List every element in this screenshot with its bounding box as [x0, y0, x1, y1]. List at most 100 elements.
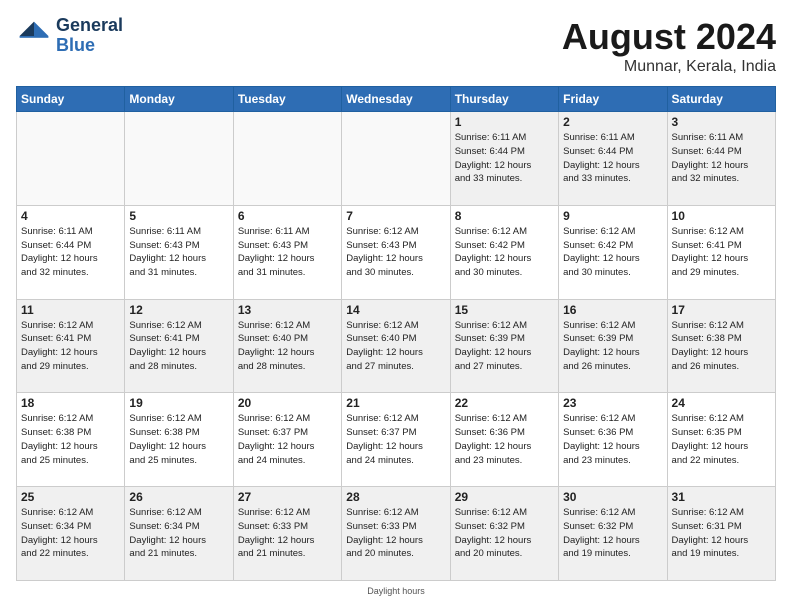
weekday-header: Sunday: [17, 87, 125, 112]
day-info: Sunrise: 6:12 AM Sunset: 6:35 PM Dayligh…: [672, 412, 771, 467]
calendar-cell: 4 Sunrise: 6:11 AM Sunset: 6:44 PM Daylig…: [17, 205, 125, 299]
calendar-cell: 30 Sunrise: 6:12 AM Sunset: 6:32 PM Dayli…: [559, 487, 667, 581]
day-number: 25: [21, 490, 120, 504]
calendar-cell: 9Sunrise: 6:12 AM Sunset: 6:42 PM Daylig…: [559, 205, 667, 299]
day-number: 26: [129, 490, 228, 504]
day-number: 7: [346, 209, 445, 223]
title-block: August 2024 Munnar, Kerala, India: [562, 16, 776, 76]
month-title: August 2024: [562, 16, 776, 58]
day-number: 17: [672, 303, 771, 317]
day-info: Sunrise: 6:12 AM Sunset: 6:38 PM Dayligh…: [672, 319, 771, 374]
calendar-cell: 29 Sunrise: 6:12 AM Sunset: 6:32 PM Dayli…: [450, 487, 558, 581]
footer-note: Daylight hours: [16, 586, 776, 596]
day-info: Sunrise: 6:12 AM Sunset: 6:33 PM Dayligh…: [346, 506, 445, 561]
day-number: 21: [346, 396, 445, 410]
day-number: 18: [21, 396, 120, 410]
day-info: Sunrise: 6:12 AM Sunset: 6:37 PM Dayligh…: [238, 412, 337, 467]
calendar-cell: 10 Sunrise: 6:12 AM Sunset: 6:41 PM Dayli…: [667, 205, 775, 299]
day-number: 24: [672, 396, 771, 410]
calendar-cell: 28 Sunrise: 6:12 AM Sunset: 6:33 PM Dayli…: [342, 487, 450, 581]
day-info: Sunrise: 6:12 AM Sunset: 6:42 PM Dayligh…: [455, 225, 554, 280]
calendar-cell: 25 Sunrise: 6:12 AM Sunset: 6:34 PM Dayli…: [17, 487, 125, 581]
calendar-cell: 17 Sunrise: 6:12 AM Sunset: 6:38 PM Dayli…: [667, 299, 775, 393]
day-info: Sunrise: 6:11 AM Sunset: 6:44 PM Dayligh…: [21, 225, 120, 280]
calendar-cell: 22 Sunrise: 6:12 AM Sunset: 6:36 PM Dayli…: [450, 393, 558, 487]
calendar-cell: 21 Sunrise: 6:12 AM Sunset: 6:37 PM Dayli…: [342, 393, 450, 487]
calendar-cell: 13Sunrise: 6:12 AM Sunset: 6:40 PM Dayli…: [233, 299, 341, 393]
day-info: Sunrise: 6:12 AM Sunset: 6:41 PM Dayligh…: [672, 225, 771, 280]
weekday-header: Wednesday: [342, 87, 450, 112]
day-number: 28: [346, 490, 445, 504]
day-info: Sunrise: 6:12 AM Sunset: 6:33 PM Dayligh…: [238, 506, 337, 561]
day-number: 16: [563, 303, 662, 317]
day-number: 19: [129, 396, 228, 410]
day-info: Sunrise: 6:12 AM Sunset: 6:39 PM Dayligh…: [455, 319, 554, 374]
day-info: Sunrise: 6:12 AM Sunset: 6:34 PM Dayligh…: [21, 506, 120, 561]
calendar-cell: 19Sunrise: 6:12 AM Sunset: 6:38 PM Dayli…: [125, 393, 233, 487]
day-info: Sunrise: 6:12 AM Sunset: 6:41 PM Dayligh…: [21, 319, 120, 374]
day-number: 3: [672, 115, 771, 129]
calendar-cell: 2 Sunrise: 6:11 AM Sunset: 6:44 PM Daylig…: [559, 112, 667, 206]
day-number: 1: [455, 115, 554, 129]
day-number: 4: [21, 209, 120, 223]
day-number: 2: [563, 115, 662, 129]
calendar-cell: [125, 112, 233, 206]
day-number: 13: [238, 303, 337, 317]
day-number: 23: [563, 396, 662, 410]
calendar-cell: 16 Sunrise: 6:12 AM Sunset: 6:39 PM Dayli…: [559, 299, 667, 393]
day-number: 12: [129, 303, 228, 317]
calendar-cell: 7Sunrise: 6:12 AM Sunset: 6:43 PM Daylig…: [342, 205, 450, 299]
day-info: Sunrise: 6:11 AM Sunset: 6:44 PM Dayligh…: [672, 131, 771, 186]
day-info: Sunrise: 6:12 AM Sunset: 6:34 PM Dayligh…: [129, 506, 228, 561]
logo-line1: General: [56, 16, 123, 36]
day-info: Sunrise: 6:11 AM Sunset: 6:44 PM Dayligh…: [563, 131, 662, 186]
day-number: 22: [455, 396, 554, 410]
day-info: Sunrise: 6:12 AM Sunset: 6:32 PM Dayligh…: [455, 506, 554, 561]
day-number: 31: [672, 490, 771, 504]
weekday-header: Saturday: [667, 87, 775, 112]
day-info: Sunrise: 6:12 AM Sunset: 6:36 PM Dayligh…: [563, 412, 662, 467]
day-info: Sunrise: 6:12 AM Sunset: 6:36 PM Dayligh…: [455, 412, 554, 467]
calendar-cell: 14 Sunrise: 6:12 AM Sunset: 6:40 PM Dayli…: [342, 299, 450, 393]
calendar-cell: 27Sunrise: 6:12 AM Sunset: 6:33 PM Dayli…: [233, 487, 341, 581]
day-number: 11: [21, 303, 120, 317]
day-info: Sunrise: 6:12 AM Sunset: 6:32 PM Dayligh…: [563, 506, 662, 561]
day-number: 29: [455, 490, 554, 504]
weekday-header: Tuesday: [233, 87, 341, 112]
day-number: 14: [346, 303, 445, 317]
calendar-cell: [17, 112, 125, 206]
day-number: 9: [563, 209, 662, 223]
day-info: Sunrise: 6:12 AM Sunset: 6:40 PM Dayligh…: [346, 319, 445, 374]
day-info: Sunrise: 6:12 AM Sunset: 6:31 PM Dayligh…: [672, 506, 771, 561]
day-info: Sunrise: 6:12 AM Sunset: 6:37 PM Dayligh…: [346, 412, 445, 467]
weekday-header: Friday: [559, 87, 667, 112]
weekday-header: Monday: [125, 87, 233, 112]
calendar-cell: 5Sunrise: 6:11 AM Sunset: 6:43 PM Daylig…: [125, 205, 233, 299]
day-info: Sunrise: 6:12 AM Sunset: 6:38 PM Dayligh…: [21, 412, 120, 467]
day-number: 30: [563, 490, 662, 504]
day-info: Sunrise: 6:12 AM Sunset: 6:39 PM Dayligh…: [563, 319, 662, 374]
calendar-cell: 6Sunrise: 6:11 AM Sunset: 6:43 PM Daylig…: [233, 205, 341, 299]
calendar-cell: 18 Sunrise: 6:12 AM Sunset: 6:38 PM Dayli…: [17, 393, 125, 487]
logo-icon: [16, 18, 52, 54]
weekday-header: Thursday: [450, 87, 558, 112]
day-number: 8: [455, 209, 554, 223]
calendar-cell: 3 Sunrise: 6:11 AM Sunset: 6:44 PM Daylig…: [667, 112, 775, 206]
calendar-cell: 15 Sunrise: 6:12 AM Sunset: 6:39 PM Dayli…: [450, 299, 558, 393]
calendar-cell: 31 Sunrise: 6:12 AM Sunset: 6:31 PM Dayli…: [667, 487, 775, 581]
calendar-cell: 11 Sunrise: 6:12 AM Sunset: 6:41 PM Dayli…: [17, 299, 125, 393]
day-number: 15: [455, 303, 554, 317]
location: Munnar, Kerala, India: [562, 58, 776, 76]
calendar-table: SundayMondayTuesdayWednesdayThursdayFrid…: [16, 86, 776, 581]
logo: General Blue: [16, 16, 123, 56]
day-number: 10: [672, 209, 771, 223]
calendar-cell: 8 Sunrise: 6:12 AM Sunset: 6:42 PM Daylig…: [450, 205, 558, 299]
calendar-cell: 12 Sunrise: 6:12 AM Sunset: 6:41 PM Dayli…: [125, 299, 233, 393]
calendar-cell: 1Sunrise: 6:11 AM Sunset: 6:44 PM Daylig…: [450, 112, 558, 206]
calendar-cell: [342, 112, 450, 206]
calendar-cell: 23 Sunrise: 6:12 AM Sunset: 6:36 PM Dayli…: [559, 393, 667, 487]
day-number: 6: [238, 209, 337, 223]
day-number: 5: [129, 209, 228, 223]
day-info: Sunrise: 6:12 AM Sunset: 6:41 PM Dayligh…: [129, 319, 228, 374]
calendar-cell: 24 Sunrise: 6:12 AM Sunset: 6:35 PM Dayli…: [667, 393, 775, 487]
